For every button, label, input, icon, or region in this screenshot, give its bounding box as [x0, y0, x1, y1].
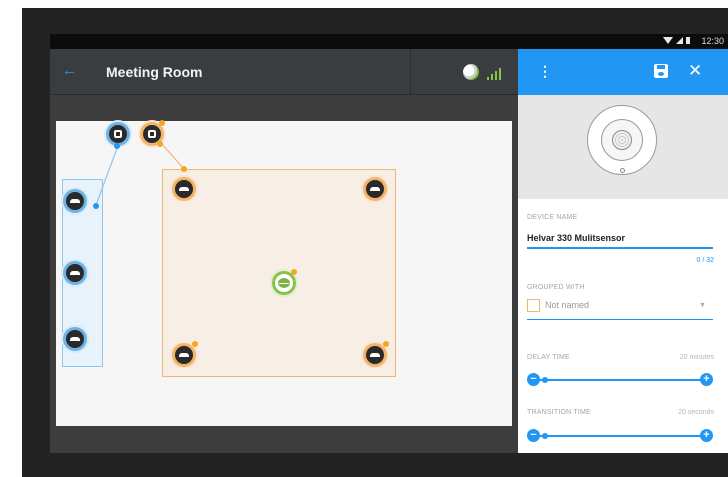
- close-icon[interactable]: ✕: [688, 61, 702, 81]
- floor-plan-canvas[interactable]: [56, 120, 512, 426]
- device-name-label: DEVICE NAME: [527, 214, 578, 221]
- device-detail-panel: ⋮ ✕ DEVICE NAME Helvar 330 Mulitsensor 0…: [518, 49, 728, 453]
- group-checkbox[interactable]: [527, 299, 540, 312]
- grouped-with-select[interactable]: Not named: [545, 300, 589, 310]
- transition-slider-thumb[interactable]: [541, 433, 548, 439]
- switch-status-dot: [159, 120, 165, 126]
- link-dot-left: [114, 143, 120, 149]
- luminaire-left-2[interactable]: [63, 261, 87, 285]
- delay-slider-thumb[interactable]: [541, 377, 548, 383]
- status-dot-br: [383, 341, 389, 347]
- sensor-status-dot: [291, 269, 297, 275]
- gauge-icon[interactable]: [463, 64, 479, 80]
- transition-time-value: 20 seconds: [678, 409, 714, 416]
- luminaire-zone-bottom-left[interactable]: [172, 343, 196, 367]
- device-image-area: [518, 95, 728, 199]
- wifi-icon: [663, 37, 673, 44]
- group-anchor-dot: [93, 203, 99, 209]
- status-dot-bl: [192, 341, 198, 347]
- device-name-field[interactable]: Helvar 330 Mulitsensor: [527, 233, 625, 243]
- battery-icon: [686, 37, 690, 44]
- signal-bars-icon[interactable]: [487, 66, 505, 80]
- app-bar: ← Meeting Room: [50, 49, 518, 95]
- appbar-divider: [410, 49, 411, 95]
- save-icon[interactable]: [654, 64, 668, 78]
- luminaire-zone-top-left[interactable]: [172, 177, 196, 201]
- luminaire-zone-top-right[interactable]: [363, 177, 387, 201]
- bottom-strip: [50, 426, 518, 453]
- device-name-underline: [527, 247, 713, 249]
- page-title: Meeting Room: [106, 64, 203, 80]
- more-vert-icon[interactable]: ⋮: [538, 63, 552, 80]
- link-dot-right: [157, 141, 163, 147]
- cell-signal-icon: [676, 37, 683, 44]
- luminaire-left-1[interactable]: [63, 189, 87, 213]
- luminaire-zone-bottom-right[interactable]: [363, 343, 387, 367]
- transition-time-label: TRANSITION TIME: [527, 409, 591, 416]
- minus-icon[interactable]: −: [527, 373, 540, 386]
- arrow-back-icon[interactable]: ←: [62, 62, 77, 79]
- delay-time-label: DELAY TIME: [527, 354, 570, 361]
- grouped-with-label: GROUPED WITH: [527, 284, 585, 291]
- grouped-with-underline: [527, 319, 713, 320]
- status-bar: 12:30: [50, 34, 728, 49]
- chevron-down-icon[interactable]: ▼: [699, 302, 706, 309]
- app-screen: 12:30 ← Meeting Room ⋮ ✕ DEVICE NAME Hel…: [50, 34, 728, 453]
- delay-time-slider[interactable]: − +: [527, 373, 713, 387]
- minus-icon[interactable]: −: [527, 429, 540, 442]
- multisensor-image: [587, 105, 657, 175]
- device-name-counter: 0 / 32: [696, 257, 714, 264]
- panel-toolbar: ⋮ ✕: [518, 49, 728, 95]
- plus-icon[interactable]: +: [700, 373, 713, 386]
- status-time: 12:30: [701, 36, 724, 46]
- transition-time-slider[interactable]: − +: [527, 429, 713, 443]
- delay-time-value: 20 minutes: [679, 354, 714, 361]
- plus-icon[interactable]: +: [700, 429, 713, 442]
- zone-anchor-dot: [181, 166, 187, 172]
- luminaire-left-3[interactable]: [63, 327, 87, 351]
- toolbar-strip: [50, 95, 518, 121]
